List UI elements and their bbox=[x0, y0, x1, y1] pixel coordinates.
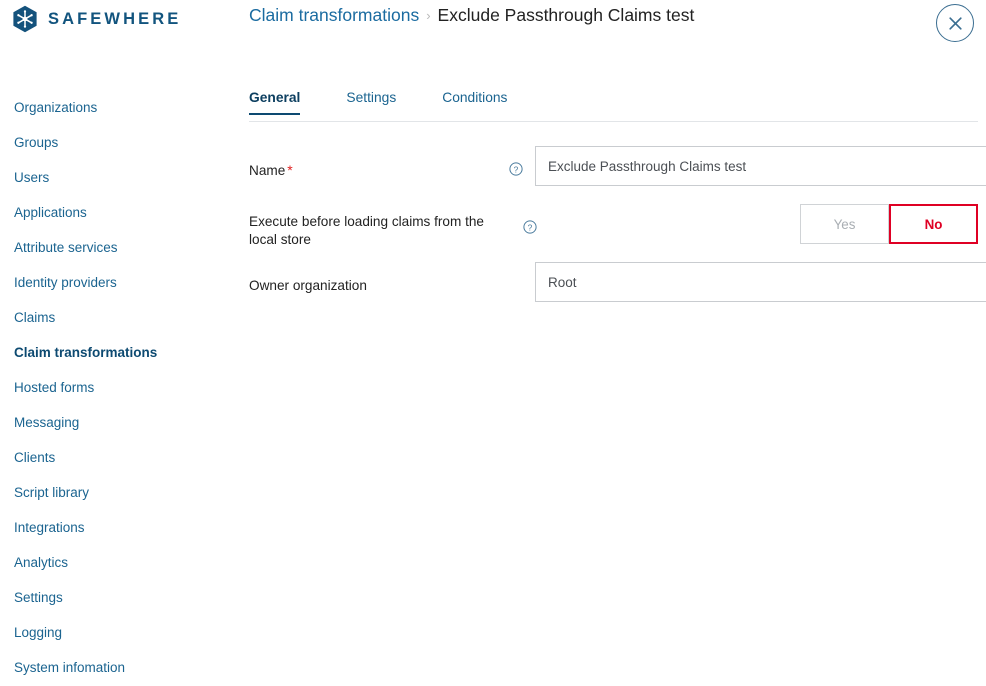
sidebar-item-system-information[interactable]: System infomation bbox=[0, 650, 232, 685]
sidebar-item-hosted-forms[interactable]: Hosted forms bbox=[0, 370, 232, 405]
sidebar-item-claims[interactable]: Claims bbox=[0, 300, 232, 335]
name-label: Name bbox=[249, 163, 286, 178]
name-label-group: Name * bbox=[249, 146, 497, 180]
name-help-slot: ? bbox=[497, 146, 535, 176]
required-marker: * bbox=[287, 162, 293, 178]
svg-text:?: ? bbox=[528, 222, 533, 232]
help-circle-icon[interactable]: ? bbox=[509, 162, 523, 176]
tab-conditions[interactable]: Conditions bbox=[442, 90, 530, 115]
owner-organization-select-wrap: Root bbox=[535, 262, 986, 302]
sidebar-item-analytics[interactable]: Analytics bbox=[0, 545, 232, 580]
tab-general[interactable]: General bbox=[249, 90, 323, 115]
help-circle-icon[interactable]: ? bbox=[523, 220, 537, 234]
close-icon bbox=[948, 16, 962, 30]
form-row-execute-before-loading: Execute before loading claims from the l… bbox=[249, 204, 978, 250]
form-row-name: Name * ? bbox=[249, 146, 986, 192]
main-content: General Settings Conditions Name * ? Exc… bbox=[249, 90, 986, 320]
owner-organization-field-wrap: Root bbox=[535, 262, 986, 302]
admin-page: SAFEWHERE Claim transformations › Exclud… bbox=[0, 0, 986, 686]
sidebar-item-claim-transformations[interactable]: Claim transformations bbox=[0, 335, 232, 370]
sidebar-item-settings[interactable]: Settings bbox=[0, 580, 232, 615]
name-field-wrap bbox=[535, 146, 986, 186]
close-button[interactable] bbox=[936, 4, 974, 42]
sidebar-item-messaging[interactable]: Messaging bbox=[0, 405, 232, 440]
sidebar-item-applications[interactable]: Applications bbox=[0, 195, 232, 230]
breadcrumb-current: Exclude Passthrough Claims test bbox=[437, 5, 695, 25]
execute-before-loading-label: Execute before loading claims from the l… bbox=[249, 214, 484, 247]
owner-organization-help-slot bbox=[497, 262, 535, 278]
sidebar-item-integrations[interactable]: Integrations bbox=[0, 510, 232, 545]
brand-name: SAFEWHERE bbox=[48, 9, 182, 28]
yes-no-toggle: Yes No bbox=[800, 204, 978, 244]
toggle-option-no[interactable]: No bbox=[889, 204, 978, 244]
sidebar-nav: Organizations Groups Users Applications … bbox=[0, 90, 232, 685]
toggle-option-yes[interactable]: Yes bbox=[800, 204, 889, 244]
general-form: Name* ? Execute before loading claims fr… bbox=[249, 122, 986, 308]
page-header: SAFEWHERE Claim transformations › Exclud… bbox=[0, 0, 986, 52]
sidebar-item-users[interactable]: Users bbox=[0, 160, 232, 195]
name-input[interactable] bbox=[535, 146, 986, 186]
execute-before-loading-field-wrap: Yes No bbox=[545, 204, 978, 244]
brand-logo[interactable]: SAFEWHERE bbox=[12, 5, 181, 33]
breadcrumb-separator-icon: › bbox=[426, 8, 431, 23]
execute-before-loading-help-slot: ? bbox=[497, 204, 545, 234]
sidebar-item-attribute-services[interactable]: Attribute services bbox=[0, 230, 232, 265]
form-row-owner-organization: Owner organization Root bbox=[249, 262, 986, 308]
svg-text:?: ? bbox=[514, 164, 519, 174]
breadcrumb: Claim transformations › Exclude Passthro… bbox=[249, 5, 694, 26]
tab-bar: General Settings Conditions bbox=[249, 90, 978, 122]
sidebar-item-clients[interactable]: Clients bbox=[0, 440, 232, 475]
snowflake-hexagon-logo-icon bbox=[13, 5, 37, 33]
owner-organization-select[interactable]: Root bbox=[535, 262, 986, 302]
breadcrumb-parent-link[interactable]: Claim transformations bbox=[249, 5, 419, 26]
tab-settings[interactable]: Settings bbox=[346, 90, 419, 115]
sidebar-item-identity-providers[interactable]: Identity providers bbox=[0, 265, 232, 300]
owner-organization-label: Owner organization bbox=[249, 278, 367, 293]
sidebar-item-script-library[interactable]: Script library bbox=[0, 475, 232, 510]
sidebar-item-organizations[interactable]: Organizations bbox=[0, 90, 232, 125]
sidebar-item-logging[interactable]: Logging bbox=[0, 615, 232, 650]
sidebar-item-groups[interactable]: Groups bbox=[0, 125, 232, 160]
